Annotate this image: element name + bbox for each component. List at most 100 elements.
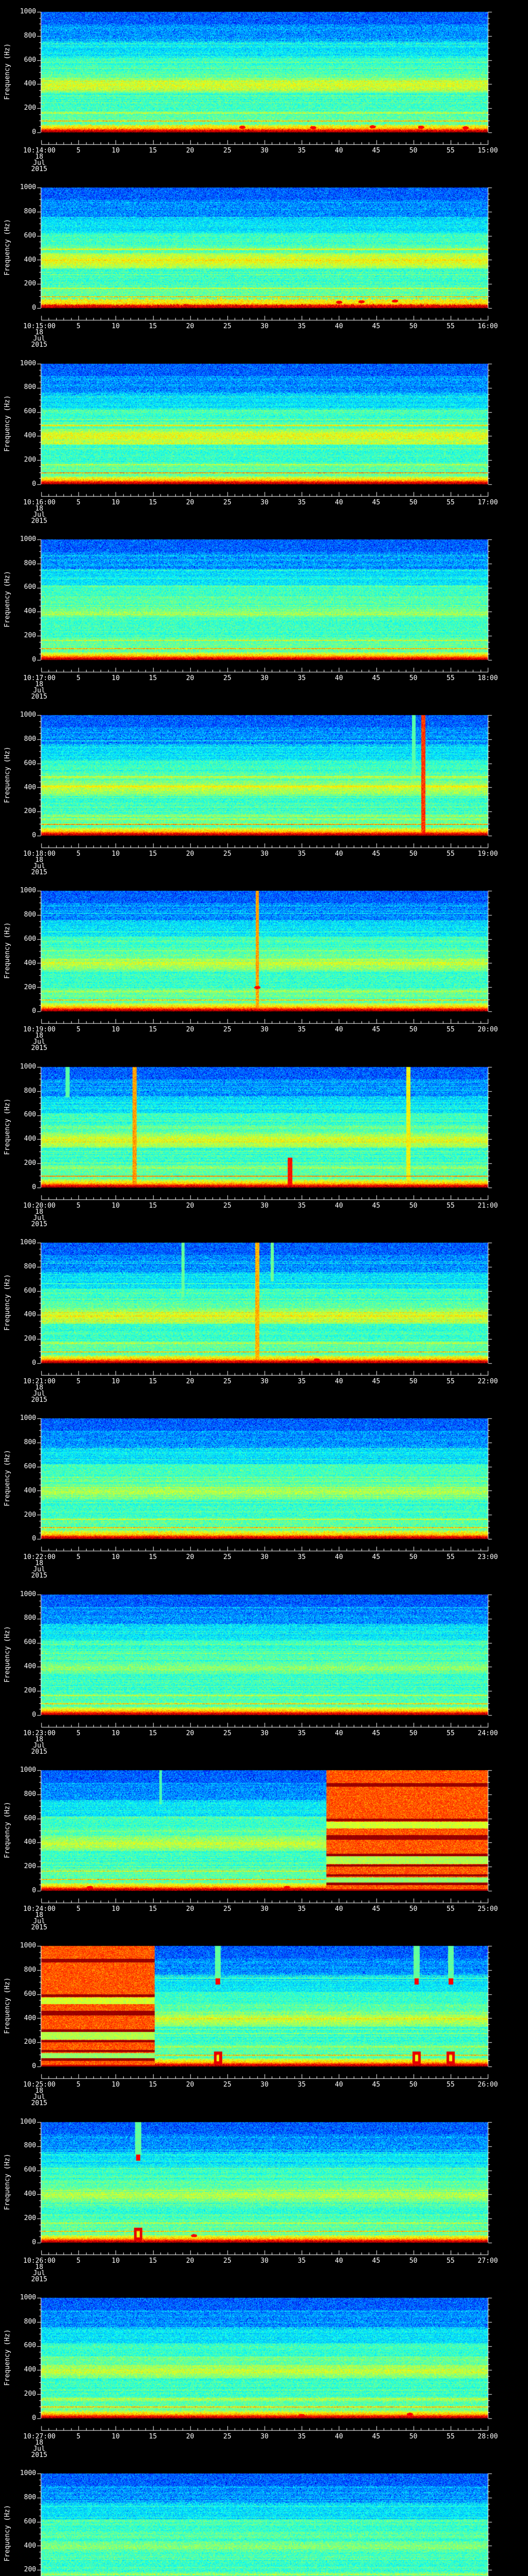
y-tick-label: 800: [0, 1264, 36, 1270]
y-tick-label: 1000: [0, 2295, 36, 2301]
x-tick-label: 15: [143, 2082, 163, 2088]
date-label-year: 2015: [24, 2277, 55, 2283]
date-label-year: 2015: [24, 1573, 55, 1579]
end-time-label: 28:00: [470, 2434, 506, 2440]
x-tick-label: 20: [180, 1554, 201, 1561]
x-tick-label: 40: [328, 1906, 349, 1912]
y-axis-title: Frequency (Hz): [5, 1418, 12, 1538]
x-tick-label: 20: [180, 324, 201, 330]
x-tick-label: 30: [254, 2258, 275, 2264]
x-tick-label: 50: [403, 675, 424, 682]
y-tick-label: 600: [0, 936, 36, 942]
x-tick-label: 30: [254, 851, 275, 857]
y-tick-label: 800: [0, 1967, 36, 1973]
date-label-year: 2015: [24, 1045, 55, 1052]
x-tick-label: 10: [105, 1554, 126, 1561]
y-tick-label: 200: [0, 105, 36, 111]
x-tick-label: 50: [403, 2082, 424, 2088]
y-tick-label: 1000: [0, 712, 36, 718]
x-tick-label: 45: [366, 500, 387, 506]
x-tick-label: 40: [328, 1379, 349, 1385]
y-tick-label: 200: [0, 1336, 36, 1342]
y-tick-label: 200: [0, 2215, 36, 2222]
y-tick-label: 0: [0, 2063, 36, 2070]
x-tick-label: 5: [68, 2082, 89, 2088]
x-tick-label: 45: [366, 324, 387, 330]
x-tick-label: 15: [143, 1379, 163, 1385]
x-tick-label: 45: [366, 148, 387, 154]
y-axis-title: Frequency (Hz): [5, 539, 12, 659]
y-tick-label: 1000: [0, 1943, 36, 1949]
spectrogram-panel: Frequency (Hz) 0 200 400 600 800 1000 5 10 15 20 25…: [0, 528, 528, 704]
y-tick-label: 800: [0, 209, 36, 215]
y-tick-label: 600: [0, 584, 36, 590]
x-tick-label: 5: [68, 148, 89, 154]
x-tick-label: 50: [403, 148, 424, 154]
y-tick-label: 800: [0, 1615, 36, 1621]
y-tick-label: 0: [0, 1360, 36, 1366]
x-tick-label: 25: [217, 1027, 238, 1033]
x-tick-label: 55: [440, 324, 461, 330]
x-tick-label: 55: [440, 148, 461, 154]
y-axis-title: Frequency (Hz): [5, 187, 12, 308]
y-axis-title: Frequency (Hz): [5, 1594, 12, 1715]
x-tick-label: 55: [440, 1554, 461, 1561]
y-tick-label: 400: [0, 2367, 36, 2373]
x-tick-label: 5: [68, 675, 89, 682]
x-tick-label: 40: [328, 500, 349, 506]
y-axis-title: Frequency (Hz): [5, 715, 12, 835]
y-tick-label: 800: [0, 912, 36, 918]
y-tick-label: 600: [0, 1991, 36, 1997]
y-tick-label: 1000: [0, 1415, 36, 1421]
y-axis-title: Frequency (Hz): [5, 1770, 12, 1890]
date-label-year: 2015: [24, 1749, 55, 1755]
x-tick-label: 40: [328, 1554, 349, 1561]
y-axis-title: Frequency (Hz): [5, 1945, 12, 2066]
x-tick-label: 25: [217, 148, 238, 154]
y-tick-label: 200: [0, 633, 36, 639]
x-tick-label: 35: [291, 500, 312, 506]
x-tick-label: 20: [180, 1203, 201, 1209]
y-tick-label: 400: [0, 257, 36, 263]
x-tick-label: 5: [68, 324, 89, 330]
y-axis-title: Frequency (Hz): [5, 363, 12, 484]
x-tick-label: 15: [143, 324, 163, 330]
spectrogram-panel: Frequency (Hz) 0 200 400 600 800 1000 5 10 15 20 25…: [0, 1231, 528, 1407]
spectrogram-panel: Frequency (Hz) 0 200 400 600 800 1000 5 10 15 20 25…: [0, 1758, 528, 1935]
y-tick-label: 200: [0, 1863, 36, 1870]
x-tick-label: 55: [440, 1906, 461, 1912]
y-axis-title: Frequency (Hz): [5, 1242, 12, 1363]
y-tick-label: 0: [0, 2415, 36, 2421]
x-tick-label: 10: [105, 2434, 126, 2440]
y-tick-label: 0: [0, 481, 36, 487]
x-tick-label: 35: [291, 1379, 312, 1385]
x-tick-label: 15: [143, 1731, 163, 1737]
end-time-label: 20:00: [470, 1027, 506, 1033]
x-tick-label: 25: [217, 1731, 238, 1737]
y-axis-title: Frequency (Hz): [5, 11, 12, 132]
y-tick-label: 400: [0, 960, 36, 967]
x-tick-label: 20: [180, 148, 201, 154]
x-tick-label: 40: [328, 2258, 349, 2264]
x-tick-label: 50: [403, 500, 424, 506]
x-tick-label: 55: [440, 500, 461, 506]
y-tick-label: 600: [0, 1639, 36, 1646]
y-tick-label: 800: [0, 561, 36, 567]
spectrogram-panel: Frequency (Hz) 0 200 400 600 800 1000 5 10 15 20 25…: [0, 703, 528, 879]
x-tick-label: 30: [254, 1379, 275, 1385]
x-tick-label: 5: [68, 1203, 89, 1209]
x-tick-label: 45: [366, 1554, 387, 1561]
y-axis-title: Frequency (Hz): [5, 1066, 12, 1187]
x-tick-label: 15: [143, 675, 163, 682]
x-tick-label: 10: [105, 1731, 126, 1737]
y-tick-label: 600: [0, 57, 36, 63]
spectrogram-panel: Frequency (Hz) 0 200 400 600 800 1000 5 10 15 20 25…: [0, 2110, 528, 2286]
x-tick-label: 5: [68, 1731, 89, 1737]
x-tick-label: 10: [105, 851, 126, 857]
y-tick-label: 800: [0, 1791, 36, 1798]
spectrogram-panel: Frequency (Hz) 0 200 400 600 800 1000 5 10 15 20 25…: [0, 879, 528, 1055]
x-tick-label: 45: [366, 1027, 387, 1033]
x-tick-label: 15: [143, 2258, 163, 2264]
y-tick-label: 1000: [0, 888, 36, 894]
x-tick-label: 25: [217, 2258, 238, 2264]
